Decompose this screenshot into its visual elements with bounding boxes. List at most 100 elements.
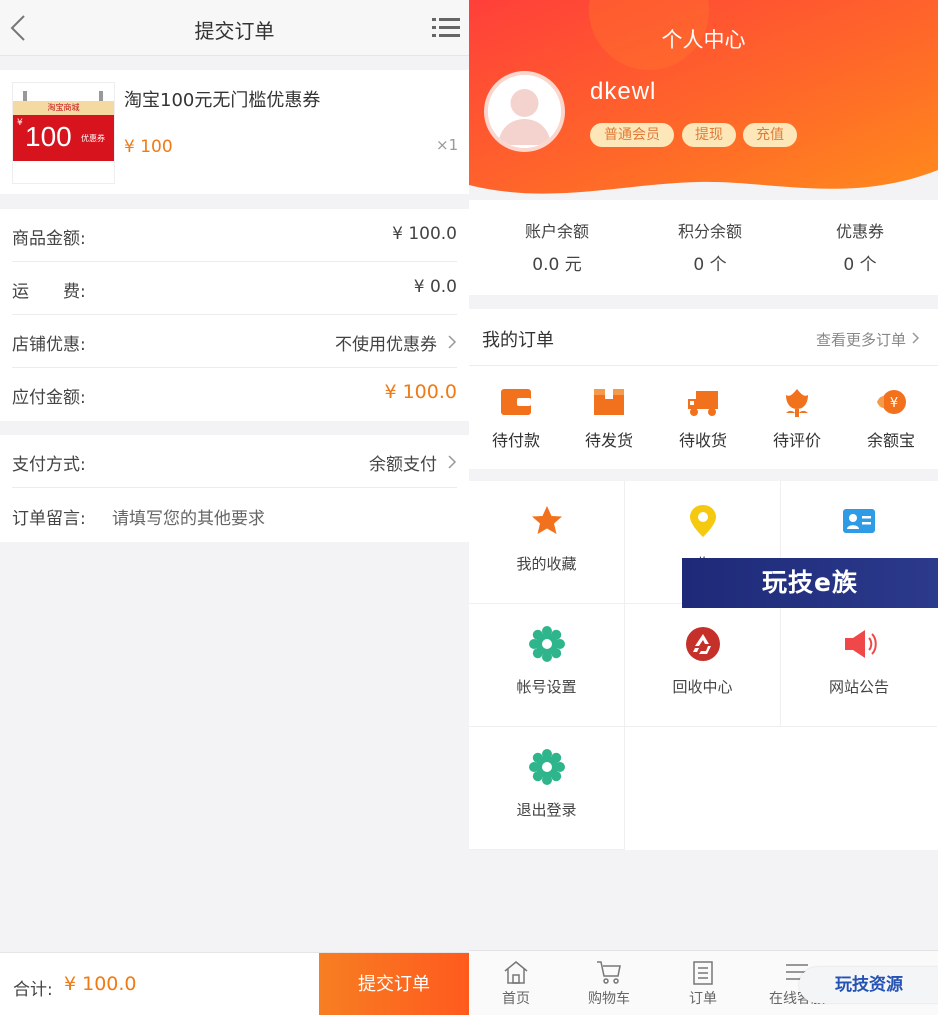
checkout-header: 提交订单	[0, 0, 469, 56]
chevron-right-icon	[912, 332, 920, 344]
order-status-label: 待付款	[491, 431, 540, 450]
row-store-discount[interactable]: 店铺优惠: 不使用优惠券	[12, 315, 457, 368]
payment-method-value: 余额支付	[369, 455, 437, 475]
chevron-right-icon	[448, 335, 457, 349]
truck-icon	[688, 391, 718, 416]
watermark-badge: 玩技资源	[799, 967, 938, 1003]
tab-label: 订单	[689, 991, 717, 1007]
tab-cart[interactable]: 购物车	[562, 959, 656, 1008]
stat-value: 0.0 元	[532, 255, 582, 275]
order-note-input[interactable]: 请填写您的其他要求	[112, 504, 265, 529]
star-icon	[531, 506, 562, 534]
product-price: ¥ 100	[124, 137, 173, 157]
row-shipping: 运 费: ¥ 0.0	[12, 262, 457, 315]
box-icon	[594, 389, 624, 415]
row-label: 店铺优惠:	[12, 335, 86, 355]
checkout-screen: 提交订单 淘宝商城 ¥ 100 优惠券 淘宝100元无门槛优惠券 ¥ 100 ×…	[0, 0, 469, 1015]
grid-label: 网站公告	[828, 678, 889, 696]
row-payable: 应付金额: ¥ 100.0	[12, 368, 457, 421]
grid-site-announcement[interactable]: 网站公告	[781, 604, 937, 727]
tab-label: 首页	[502, 991, 530, 1007]
checkout-footer: 合计: ¥ 100.0 提交订单	[0, 952, 469, 1015]
stat-label: 账户余额	[524, 222, 589, 241]
order-status-label: 余额宝	[866, 431, 915, 450]
order-status-pending-review[interactable]: 待评价	[750, 385, 844, 451]
stat-coupons[interactable]: 优惠券 0 个	[782, 218, 938, 275]
row-order-note: 订单留言: 请填写您的其他要求	[12, 489, 457, 542]
grid-recycle-center[interactable]: 回收中心	[625, 604, 781, 727]
grid-label: 帐号设置	[516, 678, 577, 696]
chevron-right-icon	[448, 455, 457, 469]
my-orders: 我的订单 查看更多订单 待付款 待发货 待收货 待评价 ¥ 余额宝	[469, 309, 938, 469]
order-status-pending-receipt[interactable]: 待收货	[656, 385, 750, 451]
coin-bag-icon: ¥	[877, 390, 906, 414]
grid-label: 我的收藏	[516, 555, 577, 573]
grid-favorites[interactable]: 我的收藏	[469, 481, 625, 604]
order-status-pending-shipment[interactable]: 待发货	[562, 385, 656, 451]
payable-amount: ¥ 100.0	[384, 381, 457, 403]
order-status-label: 待评价	[772, 431, 821, 450]
grid-logout[interactable]: 退出登录	[469, 727, 625, 850]
svg-text:¥: ¥	[890, 396, 898, 411]
order-status-balance-treasure[interactable]: ¥ 余额宝	[844, 385, 938, 451]
total-label: 合计:	[13, 980, 53, 1000]
row-label: 商品金额:	[12, 229, 86, 249]
stat-value: 0 个	[693, 255, 727, 275]
coupon-body: ¥ 100 优惠券	[13, 115, 114, 161]
member-level-badge: 普通会员	[590, 123, 674, 147]
payment-section: 支付方式: 余额支付 订单留言: 请填写您的其他要求	[0, 435, 469, 542]
order-status-label: 待发货	[584, 431, 633, 450]
row-goods-amount: 商品金额: ¥ 100.0	[12, 209, 457, 262]
location-pin-icon	[689, 505, 716, 537]
id-card-icon	[843, 509, 875, 533]
submit-order-button[interactable]: 提交订单	[319, 953, 469, 1015]
row-label: 应付金额:	[12, 388, 86, 408]
default-avatar-icon	[488, 75, 561, 148]
view-all-orders-link[interactable]: 查看更多订单	[816, 329, 906, 350]
withdraw-button[interactable]: 提现	[682, 123, 736, 147]
order-product: 淘宝商城 ¥ 100 优惠券 淘宝100元无门槛优惠券 ¥ 100 ×1	[0, 70, 469, 194]
row-label: 支付方式:	[12, 455, 86, 475]
grid-account-settings[interactable]: 帐号设置	[469, 604, 625, 727]
gear-icon	[528, 749, 565, 785]
grid-label: 退出登录	[516, 801, 577, 819]
row-label: 订单留言:	[12, 509, 86, 529]
row-payment-method[interactable]: 支付方式: 余额支付	[12, 435, 457, 488]
grid-label: 回收中心	[672, 678, 733, 696]
product-quantity: ×1	[436, 136, 459, 154]
function-grid: 我的收藏 收 帐号设置 回收中心 网站公告 退出登录	[469, 481, 938, 850]
stat-label: 积分余额	[677, 222, 742, 241]
cart-icon	[597, 961, 621, 984]
orders-title: 我的订单	[482, 330, 554, 351]
megaphone-icon	[845, 630, 877, 658]
gear-icon	[528, 626, 565, 662]
tab-label: 购物车	[588, 991, 630, 1007]
stat-balance[interactable]: 账户余额 0.0 元	[479, 218, 635, 275]
recycle-icon	[685, 627, 720, 661]
stat-value: 0 个	[843, 255, 877, 275]
recharge-button[interactable]: 充值	[743, 123, 797, 147]
wallet-icon	[501, 389, 531, 415]
order-status-pending-payment[interactable]: 待付款	[469, 385, 563, 451]
flower-icon	[786, 389, 808, 417]
menu-icon[interactable]	[432, 16, 460, 40]
stat-points[interactable]: 积分余额 0 个	[632, 218, 788, 275]
tab-home[interactable]: 首页	[469, 959, 563, 1008]
page-title: 提交订单	[194, 19, 275, 43]
price-summary: 商品金额: ¥ 100.0 运 费: ¥ 0.0 店铺优惠: 不使用优惠券 应付…	[0, 209, 469, 421]
coupon-select-value: 不使用优惠券	[335, 335, 437, 355]
watermark-banner: 玩技e族	[682, 558, 938, 608]
total-amount: ¥ 100.0	[64, 973, 137, 995]
coupon-currency: ¥	[17, 118, 23, 128]
profile-screen: 个人中心 dkewl 普通会员 提现 充值 账户余额 0.0 元 积分余额 0 …	[469, 0, 938, 1015]
coupon-store: 淘宝商城	[13, 101, 114, 115]
coupon-label: 优惠券	[81, 134, 105, 143]
coupon-thumbnail: 淘宝商城 ¥ 100 优惠券	[12, 82, 115, 184]
row-label: 运 费:	[12, 282, 86, 302]
order-status-label: 待收货	[678, 431, 727, 450]
tab-orders[interactable]: 订单	[656, 959, 750, 1008]
stat-label: 优惠券	[835, 222, 884, 241]
username: dkewl	[590, 78, 657, 105]
avatar[interactable]	[484, 71, 565, 152]
home-icon	[504, 961, 528, 984]
